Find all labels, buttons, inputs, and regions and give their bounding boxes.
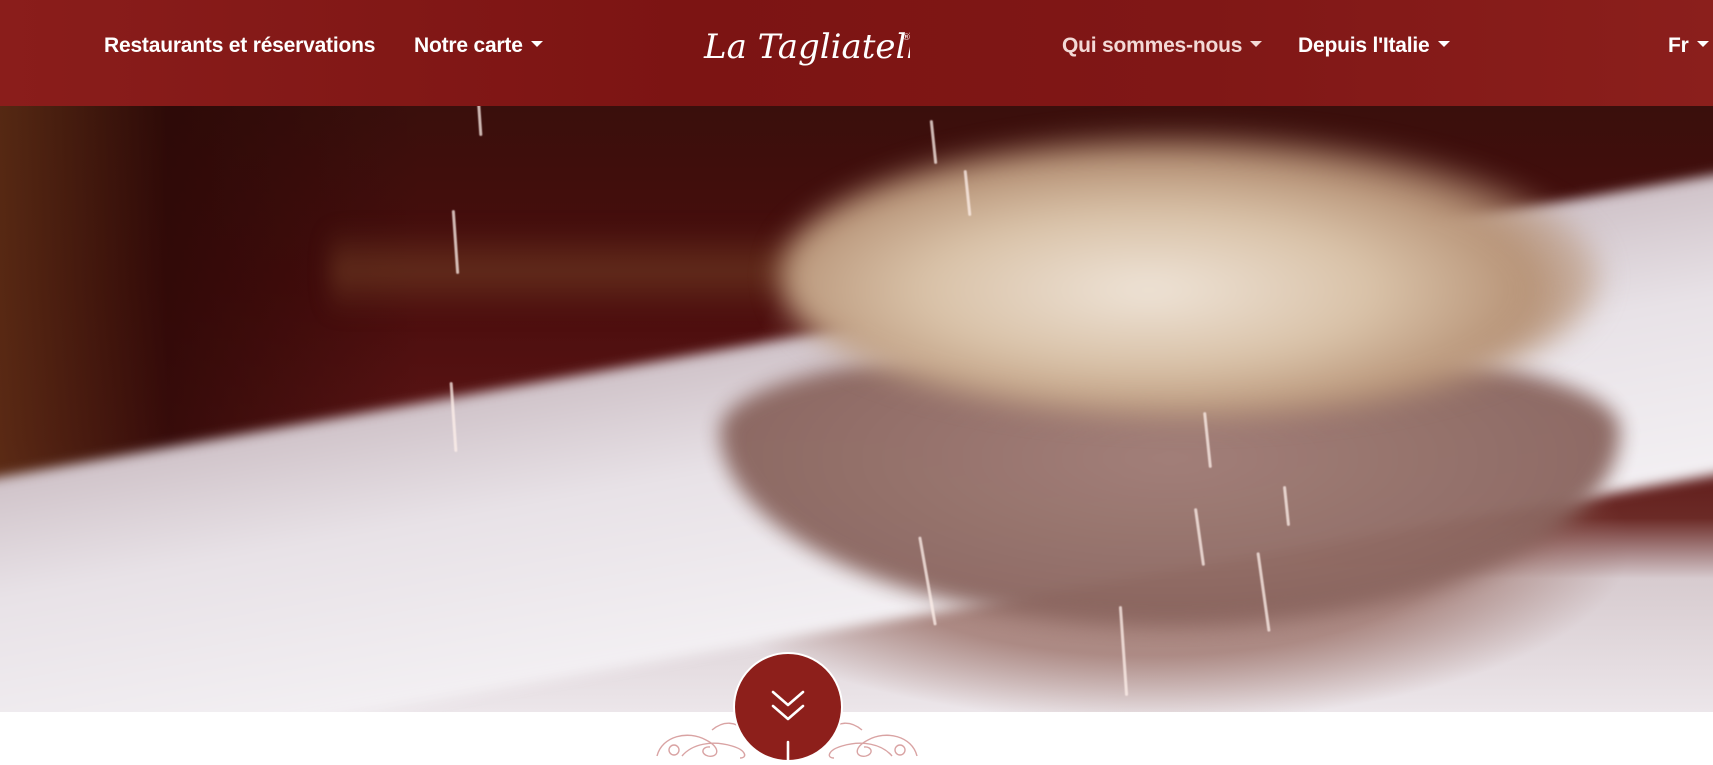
site-header: Restaurants et réservations Notre carte … <box>0 0 1713 106</box>
caret-down-icon <box>1250 41 1263 48</box>
registered-mark: ® <box>902 33 910 43</box>
nav-restaurants-reservations[interactable]: Restaurants et réservations <box>104 30 375 62</box>
hero-image <box>0 106 1713 712</box>
caret-down-icon <box>1696 41 1709 48</box>
nav-notre-carte[interactable]: Notre carte <box>414 30 543 62</box>
flour-streak <box>476 106 483 137</box>
nav-qui-sommes-nous[interactable]: Qui sommes-nous <box>1062 30 1263 62</box>
caret-down-icon <box>530 41 543 48</box>
nav-depuis-italie-label: Depuis l'Italie <box>1298 34 1430 57</box>
flour-streak <box>929 119 938 165</box>
brand-logo[interactable]: La Tagliatella ® <box>700 18 938 74</box>
nav-restaurants-label: Restaurants et réservations <box>104 34 376 57</box>
scroll-down-button[interactable] <box>733 652 843 762</box>
nav-notre-carte-label: Notre carte <box>414 34 523 57</box>
brand-logo-text: La Tagliatella <box>703 27 910 67</box>
language-selector[interactable]: Fr <box>1668 30 1709 62</box>
hero-bread <box>780 136 1600 416</box>
nav-qui-sommes-nous-label: Qui sommes-nous <box>1062 34 1243 57</box>
nav-depuis-italie[interactable]: Depuis l'Italie <box>1298 30 1450 62</box>
caret-down-icon <box>1437 41 1450 48</box>
language-label: Fr <box>1668 34 1689 57</box>
scroll-down-chevrons-icon <box>771 690 805 760</box>
